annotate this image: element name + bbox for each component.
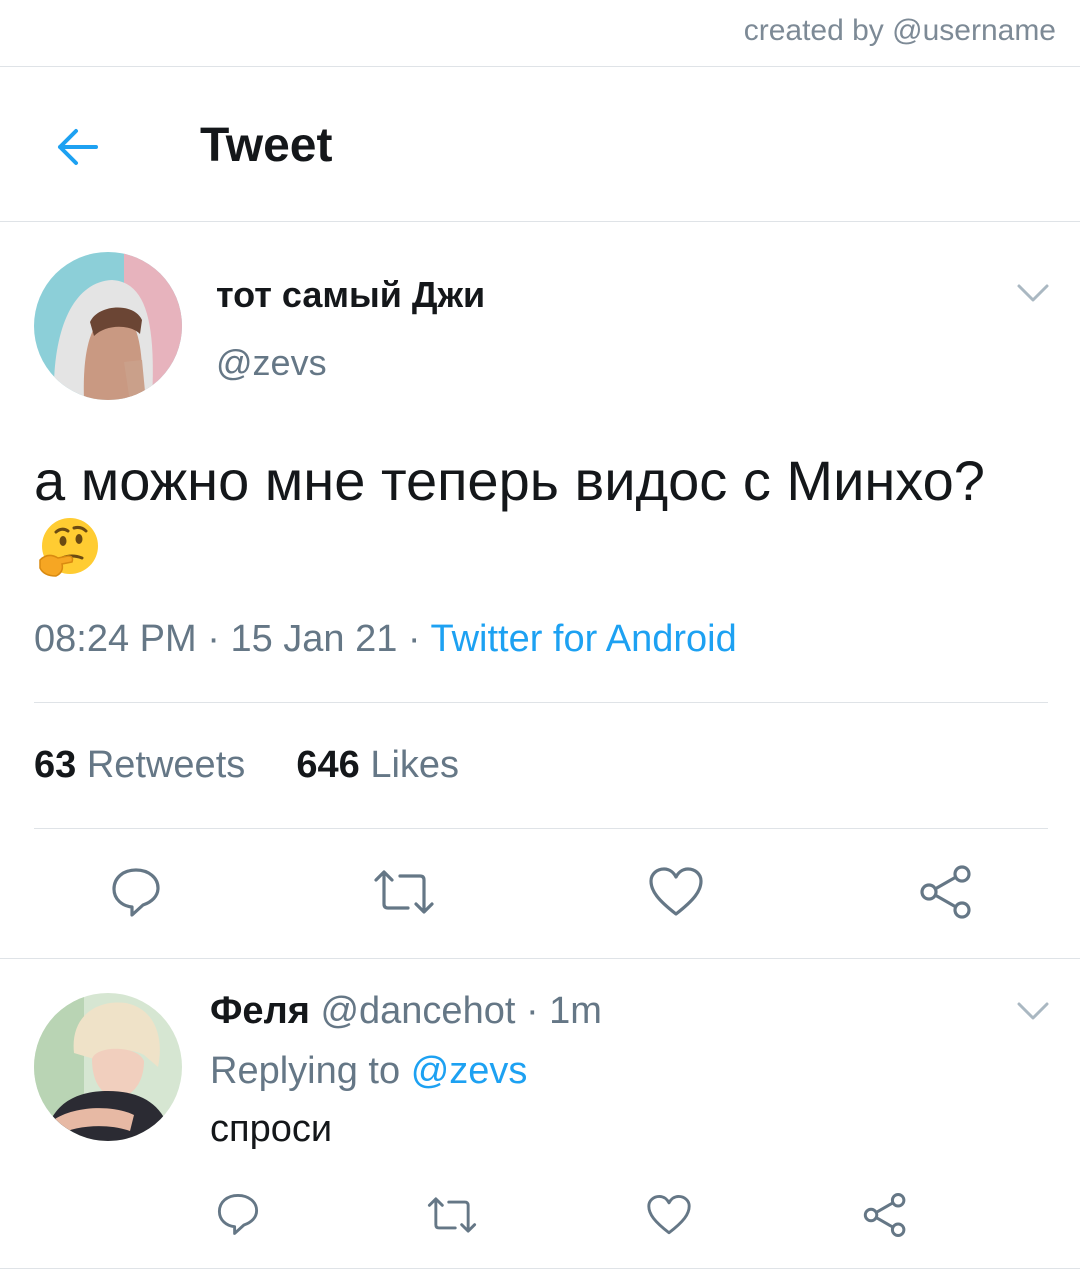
share-icon[interactable] [918,864,974,920]
author-avatar[interactable] [34,252,182,400]
reply-time: 1m [549,990,602,1032]
chevron-down-icon[interactable] [1016,1000,1050,1022]
back-arrow-icon[interactable] [52,122,102,172]
like-icon[interactable] [648,866,704,918]
reply-text: спроси [210,1108,333,1150]
replying-to-line: Replying to @zevs [210,1050,527,1093]
divider [0,221,1080,222]
reply-author-name[interactable]: Феля [210,990,310,1032]
reply-header: Феля @dancehot · 1m [210,990,602,1033]
divider [0,66,1080,67]
share-icon[interactable] [862,1192,908,1238]
meta-separator: · [397,618,431,660]
likes-label: Likes [370,744,460,786]
reply-icon[interactable] [110,866,162,918]
retweet-icon[interactable] [426,1194,478,1236]
tweet-text-content: а можно мне теперь видос с Минхо? [34,449,985,512]
likes-stat[interactable]: 646 Likes [296,744,459,786]
meta-separator: · [196,618,231,660]
replying-to-label: Replying to [210,1050,401,1092]
retweet-icon[interactable] [372,866,436,918]
replying-to-handle[interactable]: @zevs [411,1050,528,1092]
divider [0,958,1080,959]
avatar-image [34,252,182,400]
tweet-stats: 63 Retweets 646 Likes [34,744,459,787]
divider [34,702,1048,703]
reply-author-avatar[interactable] [34,993,182,1141]
author-handle[interactable]: @zevs [216,342,327,384]
divider [0,1268,1080,1269]
avatar-image [34,993,182,1141]
author-name[interactable]: тот самый Джи [216,274,485,316]
tweet-date: 15 Jan 21 [230,618,398,660]
thinking-face-icon [39,518,98,577]
retweets-label: Retweets [86,744,246,786]
reply-icon[interactable] [216,1192,260,1236]
tweet-meta: 08:24 PM · 15 Jan 21 · Twitter for Andro… [34,618,737,661]
divider [34,828,1048,829]
like-icon[interactable] [646,1194,692,1236]
created-by-label: created by @username [743,14,1056,47]
chevron-down-icon[interactable] [1016,282,1050,304]
retweets-count: 63 [34,744,77,786]
tweet-source-link[interactable]: Twitter for Android [430,618,736,660]
meta-separator: · [515,990,550,1032]
likes-count: 646 [296,744,360,786]
page-title: Tweet [200,119,333,172]
retweets-stat[interactable]: 63 Retweets [34,744,245,786]
reply-author-handle[interactable]: @dancehot [320,990,515,1032]
tweet-text: а можно мне теперь видос с Минхо? [34,448,1044,584]
tweet-time: 08:24 PM [34,618,197,660]
